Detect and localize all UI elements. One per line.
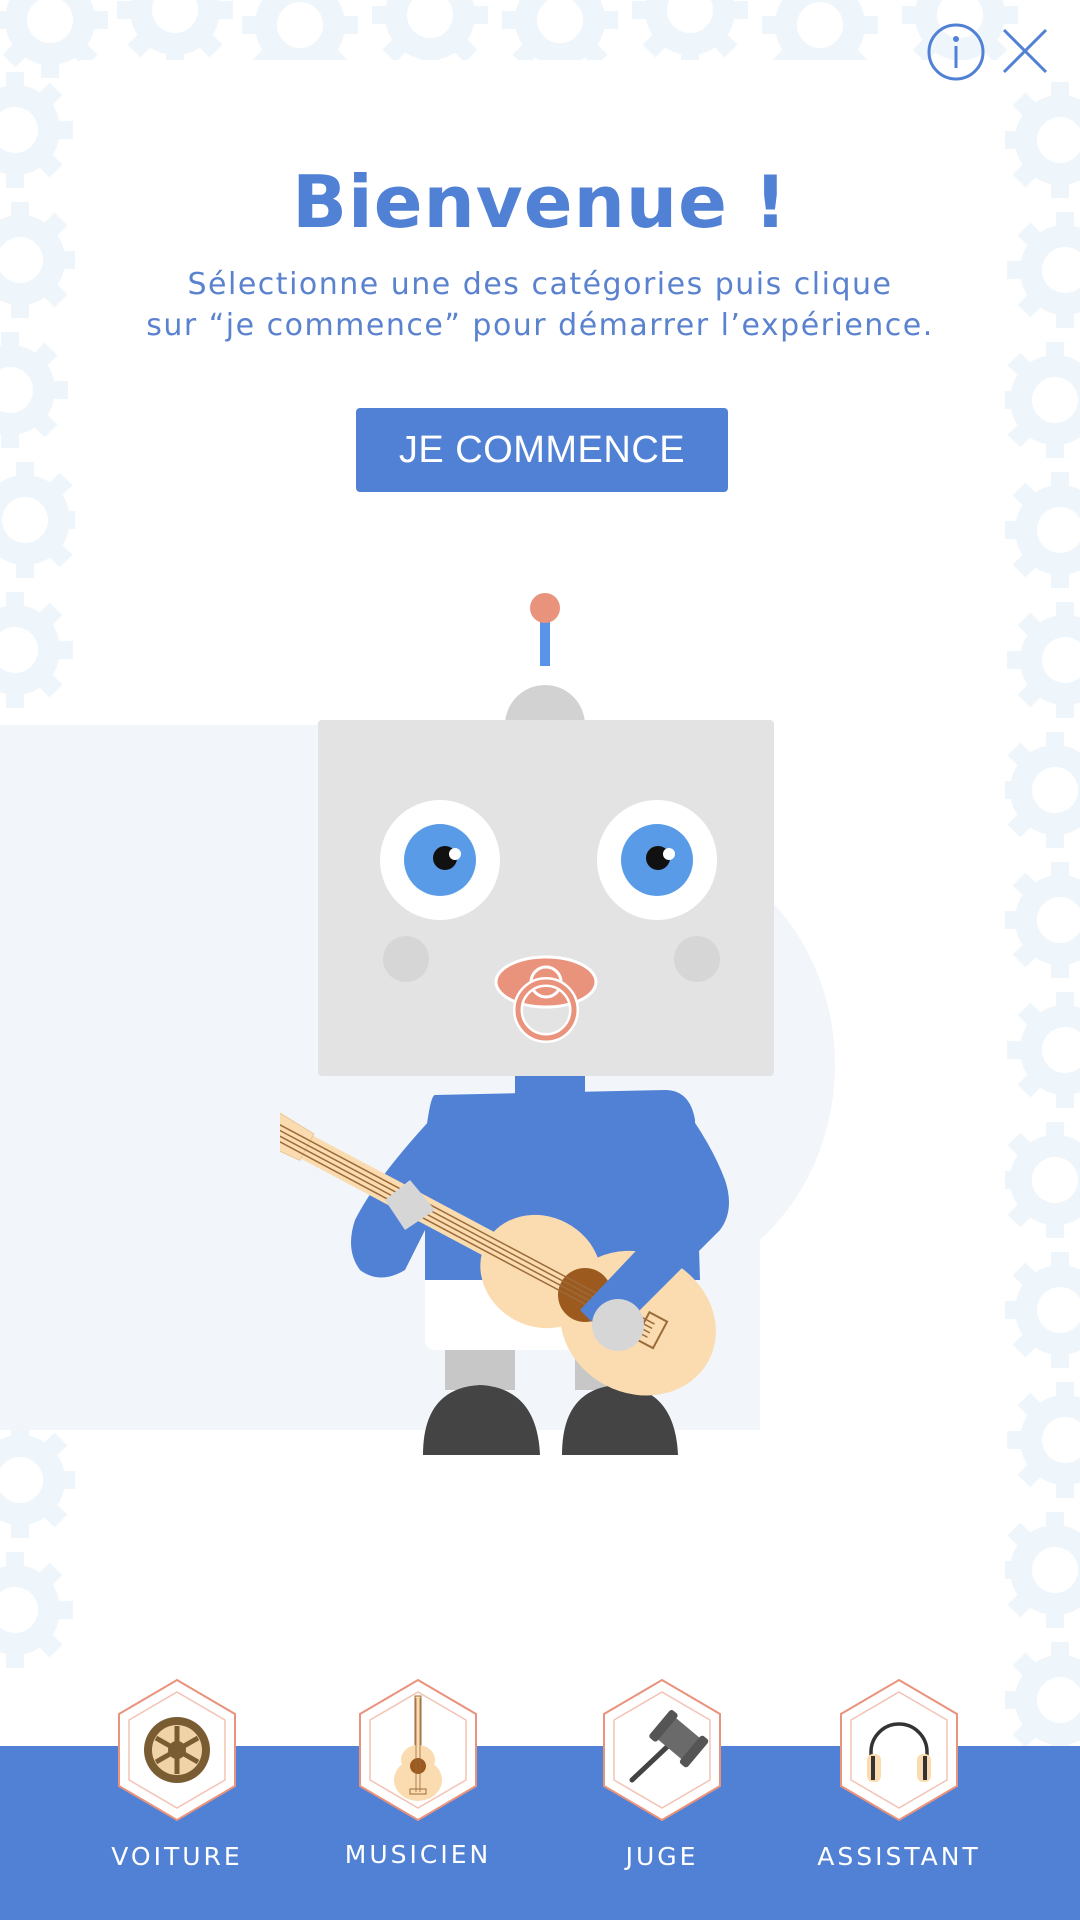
category-musicien[interactable]: MUSICIEN <box>298 1676 538 1916</box>
category-juge[interactable]: JUGE <box>542 1676 782 1916</box>
headphones-icon <box>840 1678 958 1822</box>
start-button[interactable]: JE COMMENCE <box>356 408 728 492</box>
close-icon <box>1002 28 1048 74</box>
gavel-icon <box>603 1678 721 1822</box>
info-circle-icon <box>927 23 985 81</box>
close-button[interactable] <box>1000 22 1060 82</box>
category-label: ASSISTANT <box>817 1842 981 1871</box>
category-assistant[interactable]: ASSISTANT <box>779 1676 1019 1916</box>
guitar-icon <box>359 1678 477 1822</box>
category-voiture[interactable]: VOITURE <box>57 1676 297 1916</box>
instructions-line-2: sur “je commence” pour démarrer l’expéri… <box>146 308 934 343</box>
info-button[interactable] <box>926 22 986 82</box>
category-label: MUSICIEN <box>344 1840 492 1869</box>
category-label: JUGE <box>625 1842 699 1871</box>
robot-musician-illustration <box>280 593 774 1455</box>
steering-wheel-icon <box>118 1678 236 1822</box>
page-title: Bienvenue ! <box>292 160 788 244</box>
category-label: VOITURE <box>111 1842 243 1871</box>
instructions-line-1: Sélectionne une des catégories puis cliq… <box>187 267 893 302</box>
instructions-text: Sélectionne une des catégories puis cliq… <box>90 264 990 346</box>
